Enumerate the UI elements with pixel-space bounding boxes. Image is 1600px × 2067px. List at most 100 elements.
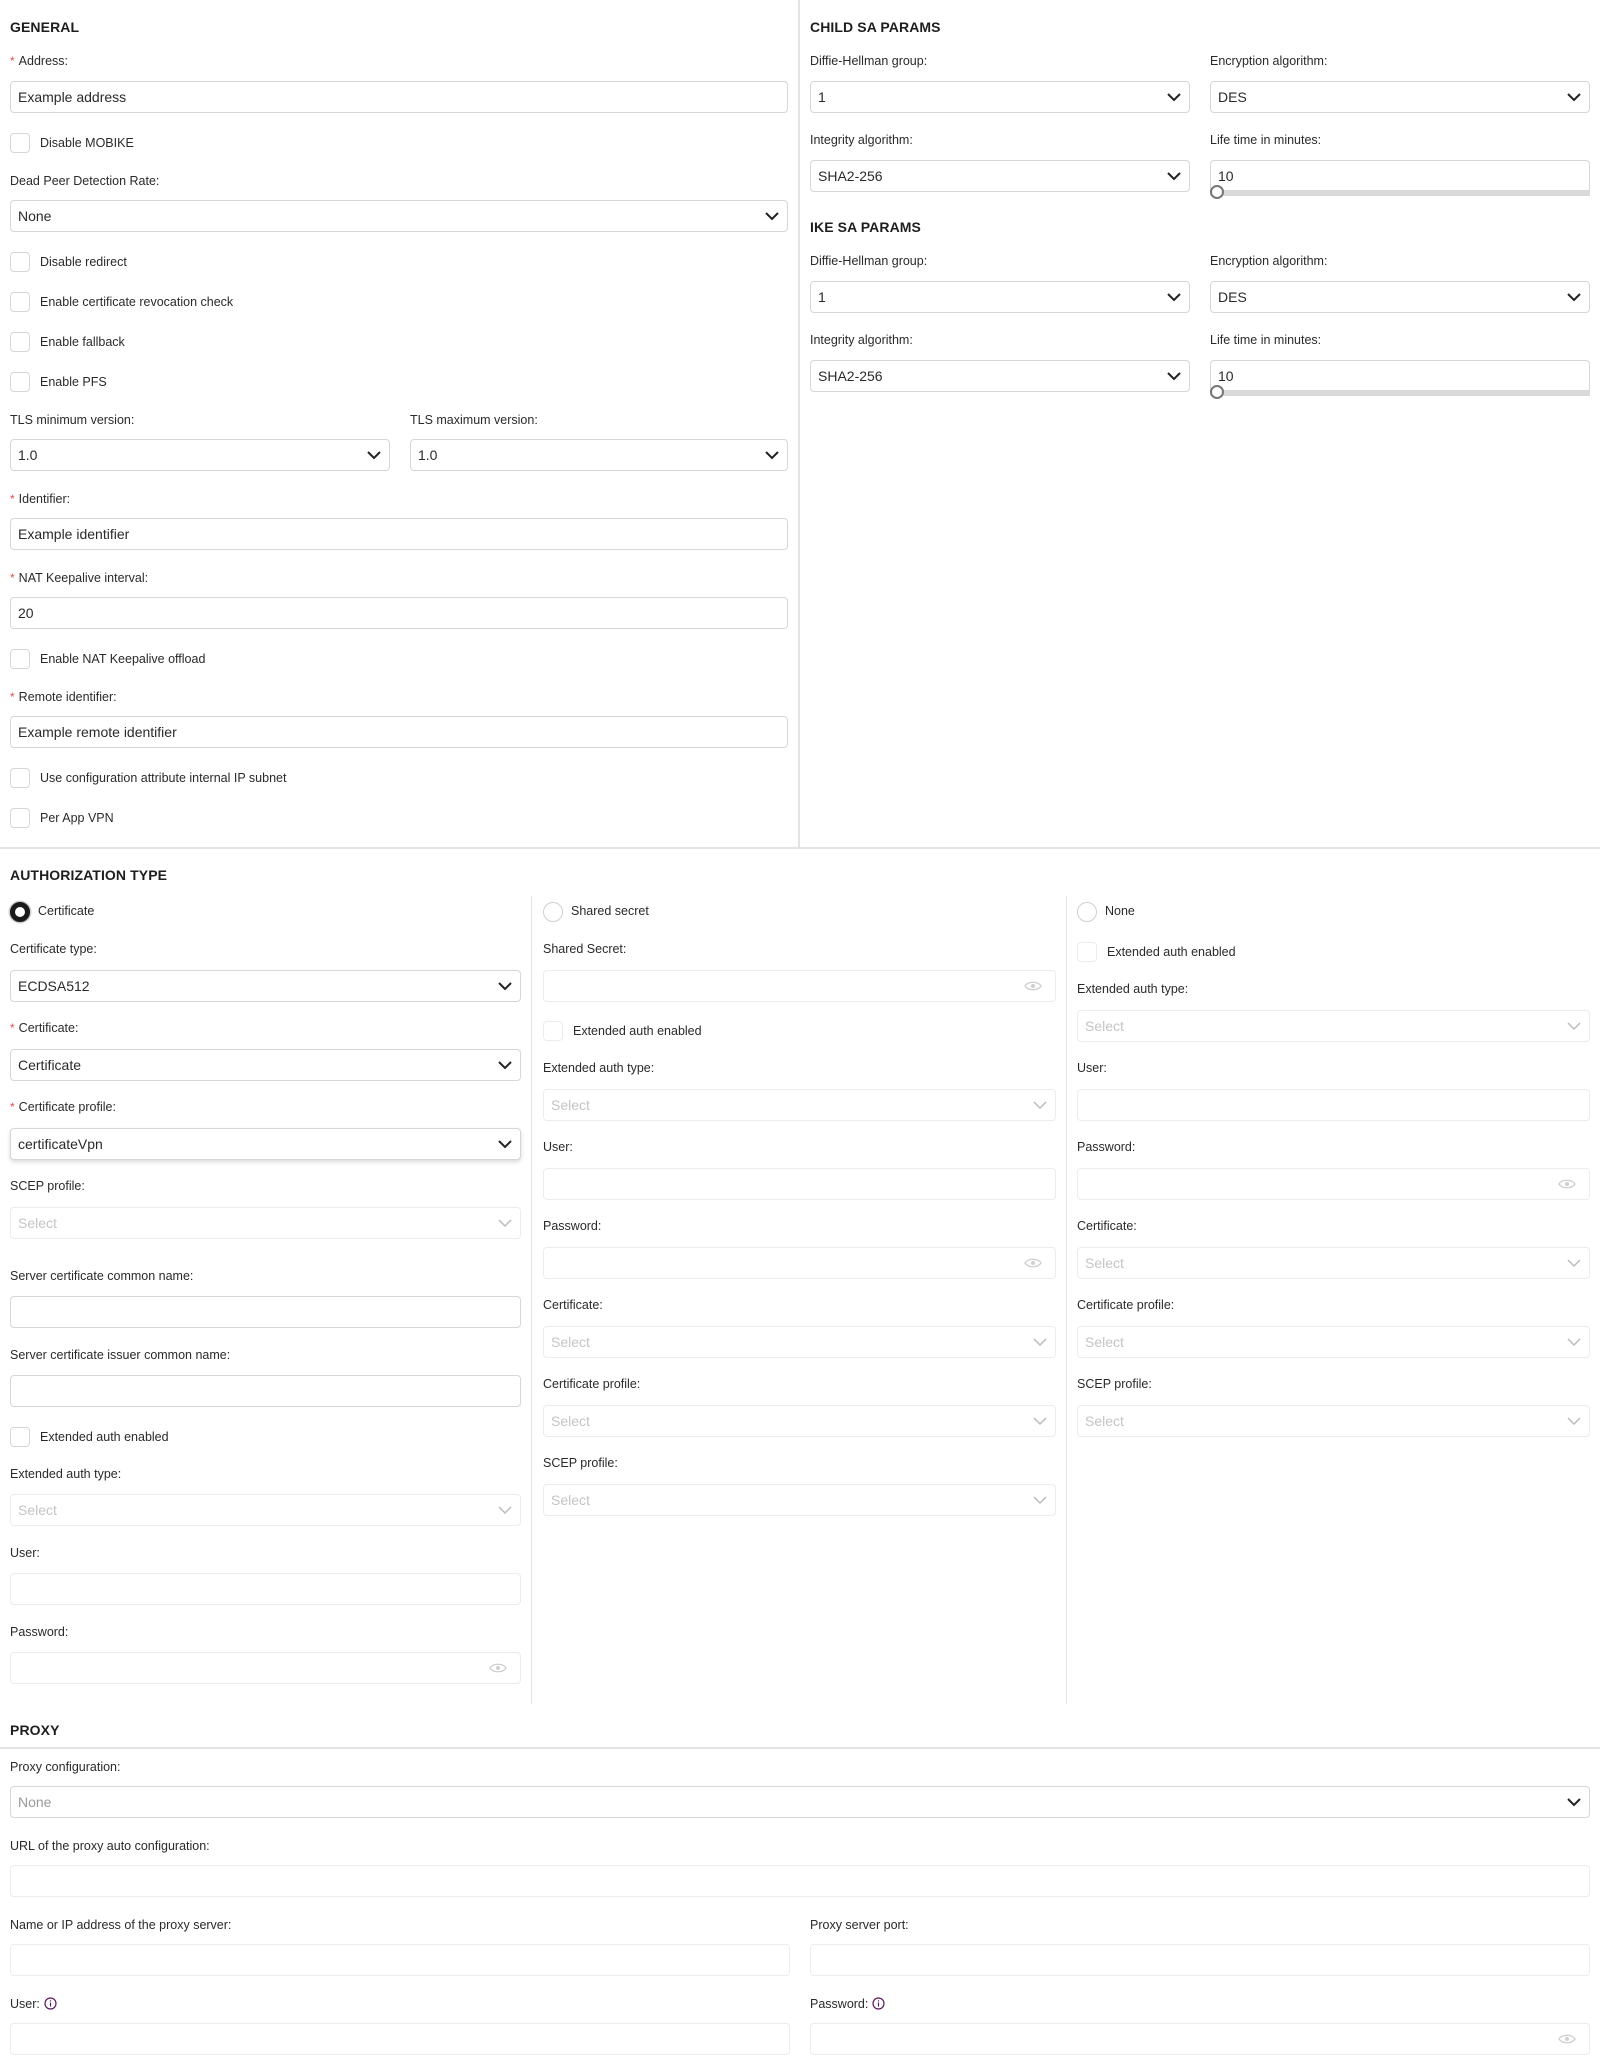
none-scep-select[interactable]: Select — [1077, 1405, 1590, 1437]
cert-password-input[interactable] — [10, 1652, 521, 1684]
proxy-server-input[interactable] — [10, 1944, 790, 1976]
ike-integrity-select[interactable]: SHA2-256 — [810, 360, 1190, 392]
cert-ext-auth-label: Extended auth enabled — [40, 1430, 169, 1444]
shared-password-input[interactable] — [543, 1247, 1056, 1279]
nat-offload-checkbox[interactable] — [10, 649, 30, 669]
shared-ext-auth-checkbox[interactable] — [543, 1021, 563, 1041]
identifier-label: * Identifier: — [10, 492, 71, 506]
child-lifetime-input[interactable]: 10 — [1210, 160, 1590, 190]
eye-icon[interactable] — [1558, 1177, 1576, 1191]
server-cn-input[interactable] — [10, 1296, 521, 1328]
child-lifetime-slider-track[interactable] — [1210, 190, 1590, 196]
enable-fallback-checkbox[interactable] — [10, 332, 30, 352]
eye-icon[interactable] — [1024, 979, 1042, 993]
child-encryption-select[interactable]: DES — [1210, 81, 1590, 113]
cert-type-select[interactable]: ECDSA512 — [10, 970, 521, 1002]
disable-mobike-label: Disable MOBIKE — [40, 136, 134, 150]
server-issuer-cn-input[interactable] — [10, 1375, 521, 1407]
address-input[interactable]: Example address — [10, 81, 788, 113]
child-encryption-label: Encryption algorithm: — [1210, 54, 1328, 68]
ike-integrity-label: Integrity algorithm: — [810, 333, 913, 347]
shared-cert-profile-select[interactable]: Select — [543, 1405, 1056, 1437]
nat-keepalive-input[interactable]: 20 — [10, 597, 788, 629]
child-integrity-label: Integrity algorithm: — [810, 133, 913, 147]
shared-user-input[interactable] — [543, 1168, 1056, 1200]
enable-pfs-checkbox[interactable] — [10, 372, 30, 392]
ike-lifetime-input[interactable]: 10 — [1210, 360, 1590, 390]
none-scep-label: SCEP profile: — [1077, 1377, 1152, 1391]
dpd-rate-label: Dead Peer Detection Rate: — [10, 174, 160, 188]
shared-ext-auth-type-select[interactable]: Select — [543, 1089, 1056, 1121]
auth-certificate-radio-label: Certificate — [38, 904, 95, 918]
server-cn-label: Server certificate common name: — [10, 1269, 194, 1283]
child-sa-title: CHILD SA PARAMS — [810, 19, 941, 35]
proxy-password-input[interactable] — [810, 2023, 1590, 2055]
disable-redirect-checkbox[interactable] — [10, 252, 30, 272]
auth-shared-secret-radio[interactable] — [543, 902, 563, 922]
none-password-input[interactable] — [1077, 1168, 1590, 1200]
address-label: * Address: — [10, 54, 69, 68]
child-lifetime-label: Life time in minutes: — [1210, 133, 1322, 147]
eye-icon[interactable] — [1024, 1256, 1042, 1270]
remote-identifier-input[interactable]: Example remote identifier — [10, 716, 788, 748]
shared-scep-select[interactable]: Select — [543, 1484, 1056, 1516]
cert-ext-auth-checkbox[interactable] — [10, 1427, 30, 1447]
cert-revocation-label: Enable certificate revocation check — [40, 295, 234, 309]
proxy-config-select[interactable]: None — [10, 1786, 1590, 1818]
chevron-down-icon — [497, 1215, 513, 1231]
proxy-title: PROXY — [10, 1722, 60, 1738]
pac-url-input[interactable] — [10, 1865, 1590, 1897]
per-app-vpn-checkbox[interactable] — [10, 808, 30, 828]
chevron-down-icon — [1566, 1794, 1582, 1810]
shared-certificate-select[interactable]: Select — [543, 1326, 1056, 1358]
auth-certificate-radio[interactable] — [10, 902, 30, 922]
none-ext-auth-checkbox[interactable] — [1077, 942, 1097, 962]
info-icon[interactable] — [44, 1997, 57, 2010]
proxy-port-input[interactable] — [810, 1944, 1590, 1976]
internal-ip-subnet-label: Use configuration attribute internal IP … — [40, 771, 287, 785]
none-user-input[interactable] — [1077, 1089, 1590, 1121]
dpd-rate-select[interactable]: None — [10, 200, 788, 232]
cert-certificate-select[interactable]: Certificate — [10, 1049, 521, 1081]
ike-dh-group-select[interactable]: 1 — [810, 281, 1190, 313]
chevron-down-icon — [1566, 1413, 1582, 1429]
none-certificate-select[interactable]: Select — [1077, 1247, 1590, 1279]
chevron-down-icon — [1032, 1097, 1048, 1113]
cert-user-label: User: — [10, 1546, 40, 1560]
cert-user-input[interactable] — [10, 1573, 521, 1605]
child-lifetime-slider-thumb[interactable] — [1210, 185, 1224, 199]
proxy-user-input[interactable] — [10, 2023, 790, 2055]
internal-ip-subnet-checkbox[interactable] — [10, 768, 30, 788]
eye-icon[interactable] — [489, 1661, 507, 1675]
none-ext-auth-type-label: Extended auth type: — [1077, 982, 1189, 996]
shared-scep-label: SCEP profile: — [543, 1456, 618, 1470]
ike-encryption-select[interactable]: DES — [1210, 281, 1590, 313]
none-ext-auth-label: Extended auth enabled — [1107, 945, 1236, 959]
cert-profile-select[interactable]: certificateVpn — [10, 1128, 521, 1160]
auth-none-radio-label: None — [1105, 904, 1135, 918]
eye-icon[interactable] — [1558, 2032, 1576, 2046]
tls-min-select[interactable]: 1.0 — [10, 439, 390, 471]
none-ext-auth-type-select[interactable]: Select — [1077, 1010, 1590, 1042]
chevron-down-icon — [1566, 289, 1582, 305]
cert-ext-auth-type-select[interactable]: Select — [10, 1494, 521, 1526]
cert-revocation-checkbox[interactable] — [10, 292, 30, 312]
disable-redirect-label: Disable redirect — [40, 255, 127, 269]
disable-mobike-checkbox[interactable] — [10, 133, 30, 153]
ike-sa-title: IKE SA PARAMS — [810, 219, 921, 235]
chevron-down-icon — [764, 447, 780, 463]
tls-max-select[interactable]: 1.0 — [410, 439, 788, 471]
auth-none-radio[interactable] — [1077, 902, 1097, 922]
proxy-server-label: Name or IP address of the proxy server: — [10, 1918, 232, 1932]
cert-scep-select[interactable]: Select — [10, 1207, 521, 1239]
child-integrity-select[interactable]: SHA2-256 — [810, 160, 1190, 192]
child-dh-group-select[interactable]: 1 — [810, 81, 1190, 113]
none-cert-profile-select[interactable]: Select — [1077, 1326, 1590, 1358]
identifier-input[interactable]: Example identifier — [10, 518, 788, 550]
ike-lifetime-slider-track[interactable] — [1210, 390, 1590, 396]
ike-lifetime-slider-thumb[interactable] — [1210, 385, 1224, 399]
shared-secret-input[interactable] — [543, 970, 1056, 1002]
per-app-vpn-label: Per App VPN — [40, 811, 114, 825]
info-icon[interactable] — [872, 1997, 885, 2010]
chevron-down-icon — [1566, 1334, 1582, 1350]
